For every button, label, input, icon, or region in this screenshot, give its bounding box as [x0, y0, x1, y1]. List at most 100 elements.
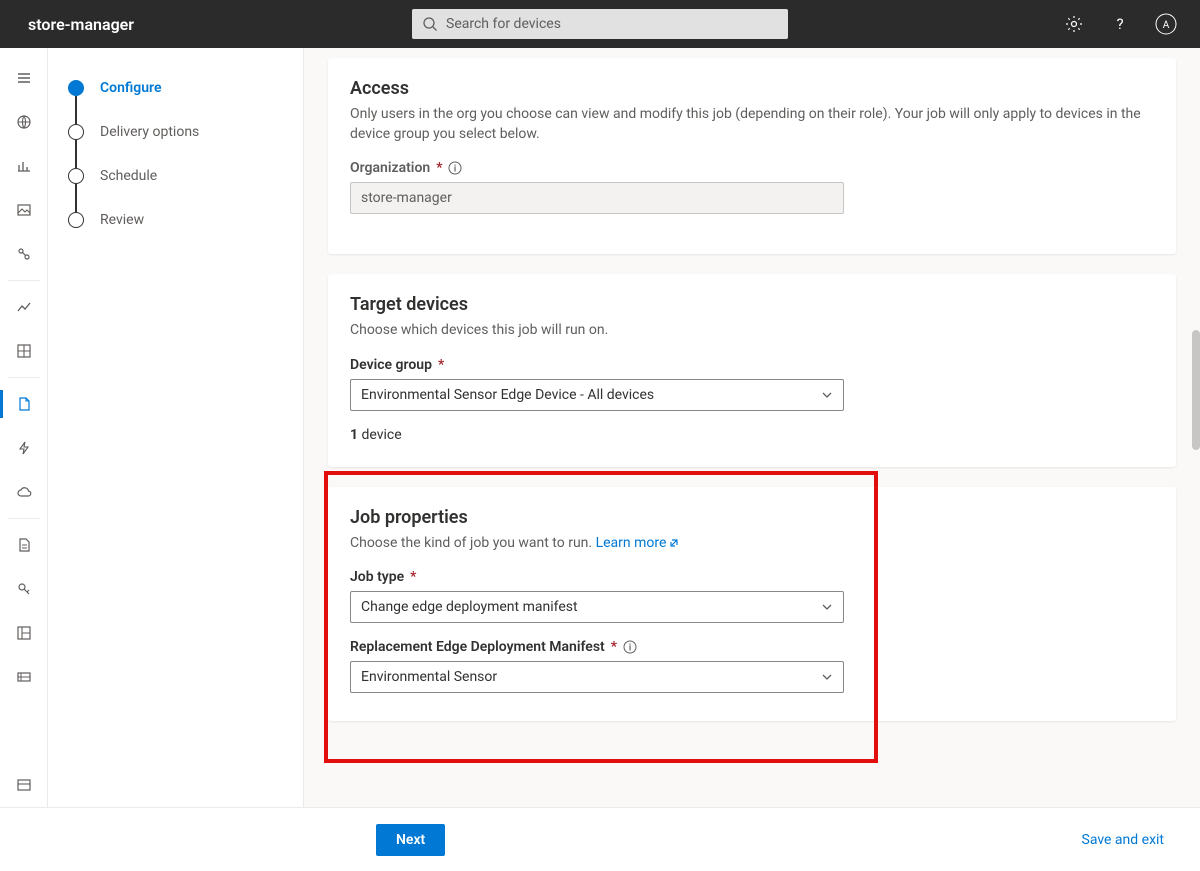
nav-separator	[8, 280, 40, 281]
step-configure[interactable]: Configure	[68, 66, 283, 110]
chart-icon	[16, 158, 32, 174]
manifest-select[interactable]: Environmental Sensor	[350, 661, 844, 693]
bottom-bar: Next Save and exit	[0, 807, 1200, 871]
job-type-value: Change edge deployment manifest	[361, 599, 578, 615]
nav-layout[interactable]	[0, 611, 48, 655]
step-schedule[interactable]: Schedule	[68, 154, 283, 198]
learn-more-link[interactable]: Learn more	[596, 535, 681, 551]
nav-dashboard[interactable]	[0, 329, 48, 373]
shell: Configure Delivery options Schedule Revi…	[0, 48, 1200, 807]
gear-icon	[1065, 15, 1083, 33]
top-bar: store-manager ? A	[0, 0, 1200, 48]
search-container	[412, 9, 788, 39]
job-properties-wrapper: Job properties Choose the kind of job yo…	[328, 487, 1176, 722]
svg-text:i: i	[629, 644, 631, 654]
topbar-right-icons: ? A	[1058, 8, 1200, 40]
external-link-icon	[668, 537, 680, 549]
globe-icon	[16, 114, 32, 130]
nav-data[interactable]	[0, 655, 48, 699]
info-icon[interactable]: i	[448, 161, 462, 175]
info-icon[interactable]: i	[623, 640, 637, 654]
search-box[interactable]	[412, 9, 788, 39]
nav-jobs[interactable]	[0, 382, 48, 426]
settings-button[interactable]	[1058, 8, 1090, 40]
device-group-select[interactable]: Environmental Sensor Edge Device - All d…	[350, 379, 844, 411]
required-asterisk: *	[410, 569, 416, 585]
device-group-label: Device group *	[350, 357, 844, 373]
access-title: Access	[350, 78, 1154, 99]
job-properties-card: Job properties Choose the kind of job yo…	[328, 487, 1176, 722]
organization-label: Organization * i	[350, 160, 844, 176]
job-properties-desc-text: Choose the kind of job you want to run.	[350, 535, 596, 551]
account-button[interactable]: A	[1150, 8, 1182, 40]
nav-analytics[interactable]	[0, 285, 48, 329]
manifest-label-text: Replacement Edge Deployment Manifest	[350, 639, 605, 655]
nav-cloud[interactable]	[0, 470, 48, 514]
lightning-icon	[16, 440, 32, 456]
step-bullet	[68, 168, 84, 184]
target-devices-card: Target devices Choose which devices this…	[328, 274, 1176, 467]
target-desc: Choose which devices this job will run o…	[350, 321, 1154, 341]
svg-text:?: ?	[1116, 15, 1123, 33]
job-properties-title: Job properties	[350, 507, 1154, 528]
device-group-label-text: Device group	[350, 357, 432, 373]
nav-rules[interactable]	[0, 426, 48, 470]
nav-bottom[interactable]	[0, 763, 48, 807]
search-input[interactable]	[446, 16, 778, 32]
chevron-down-icon	[821, 601, 833, 613]
cloud-icon	[16, 484, 32, 500]
grid-icon	[16, 343, 32, 359]
nav-globe[interactable]	[0, 100, 48, 144]
nav-chart[interactable]	[0, 144, 48, 188]
required-asterisk: *	[611, 639, 617, 655]
stepper-sidebar: Configure Delivery options Schedule Revi…	[48, 48, 304, 807]
save-and-exit-button[interactable]: Save and exit	[1082, 832, 1164, 848]
data-icon	[16, 669, 32, 685]
account-icon: A	[1155, 13, 1177, 35]
nav-hamburger[interactable]	[0, 56, 48, 100]
scrollbar-thumb[interactable]	[1192, 330, 1200, 450]
chevron-down-icon	[821, 671, 833, 683]
step-bullet	[68, 80, 84, 96]
nav-connected[interactable]	[0, 232, 48, 276]
manifest-field: Replacement Edge Deployment Manifest * i…	[350, 639, 844, 693]
image-icon	[16, 202, 32, 218]
step-delivery-options[interactable]: Delivery options	[68, 110, 283, 154]
organization-input	[350, 182, 844, 214]
job-type-label-text: Job type	[350, 569, 404, 585]
svg-text:A: A	[1163, 20, 1170, 31]
job-type-field: Job type * Change edge deployment manife…	[350, 569, 844, 623]
device-group-field: Device group * Environmental Sensor Edge…	[350, 357, 844, 411]
target-title: Target devices	[350, 294, 1154, 315]
job-type-label: Job type *	[350, 569, 844, 585]
key-icon	[16, 581, 32, 597]
job-properties-desc: Choose the kind of job you want to run. …	[350, 534, 1154, 554]
next-button[interactable]: Next	[376, 824, 445, 856]
connected-icon	[16, 246, 32, 262]
step-bullet	[68, 124, 84, 140]
document-icon	[16, 396, 32, 412]
organization-label-text: Organization	[350, 160, 430, 176]
required-asterisk: *	[438, 357, 444, 373]
nav-rail	[0, 48, 48, 807]
nav-separator-2	[8, 377, 40, 378]
chevron-down-icon	[821, 389, 833, 401]
step-label: Review	[100, 212, 144, 228]
help-button[interactable]: ?	[1104, 8, 1136, 40]
step-review[interactable]: Review	[68, 198, 283, 242]
panel-icon	[16, 777, 32, 793]
job-type-select[interactable]: Change edge deployment manifest	[350, 591, 844, 623]
access-card: Access Only users in the org you choose …	[328, 58, 1176, 254]
organization-field: Organization * i	[350, 160, 844, 214]
question-icon: ?	[1111, 15, 1129, 33]
line-chart-icon	[16, 299, 32, 315]
nav-picture[interactable]	[0, 188, 48, 232]
file-icon	[16, 537, 32, 553]
nav-keys[interactable]	[0, 567, 48, 611]
manifest-label: Replacement Edge Deployment Manifest * i	[350, 639, 844, 655]
step-label: Schedule	[100, 168, 157, 184]
device-count: 1 device	[350, 427, 1154, 443]
main-area: Access Only users in the org you choose …	[304, 48, 1200, 807]
nav-separator-3	[8, 518, 40, 519]
nav-files[interactable]	[0, 523, 48, 567]
